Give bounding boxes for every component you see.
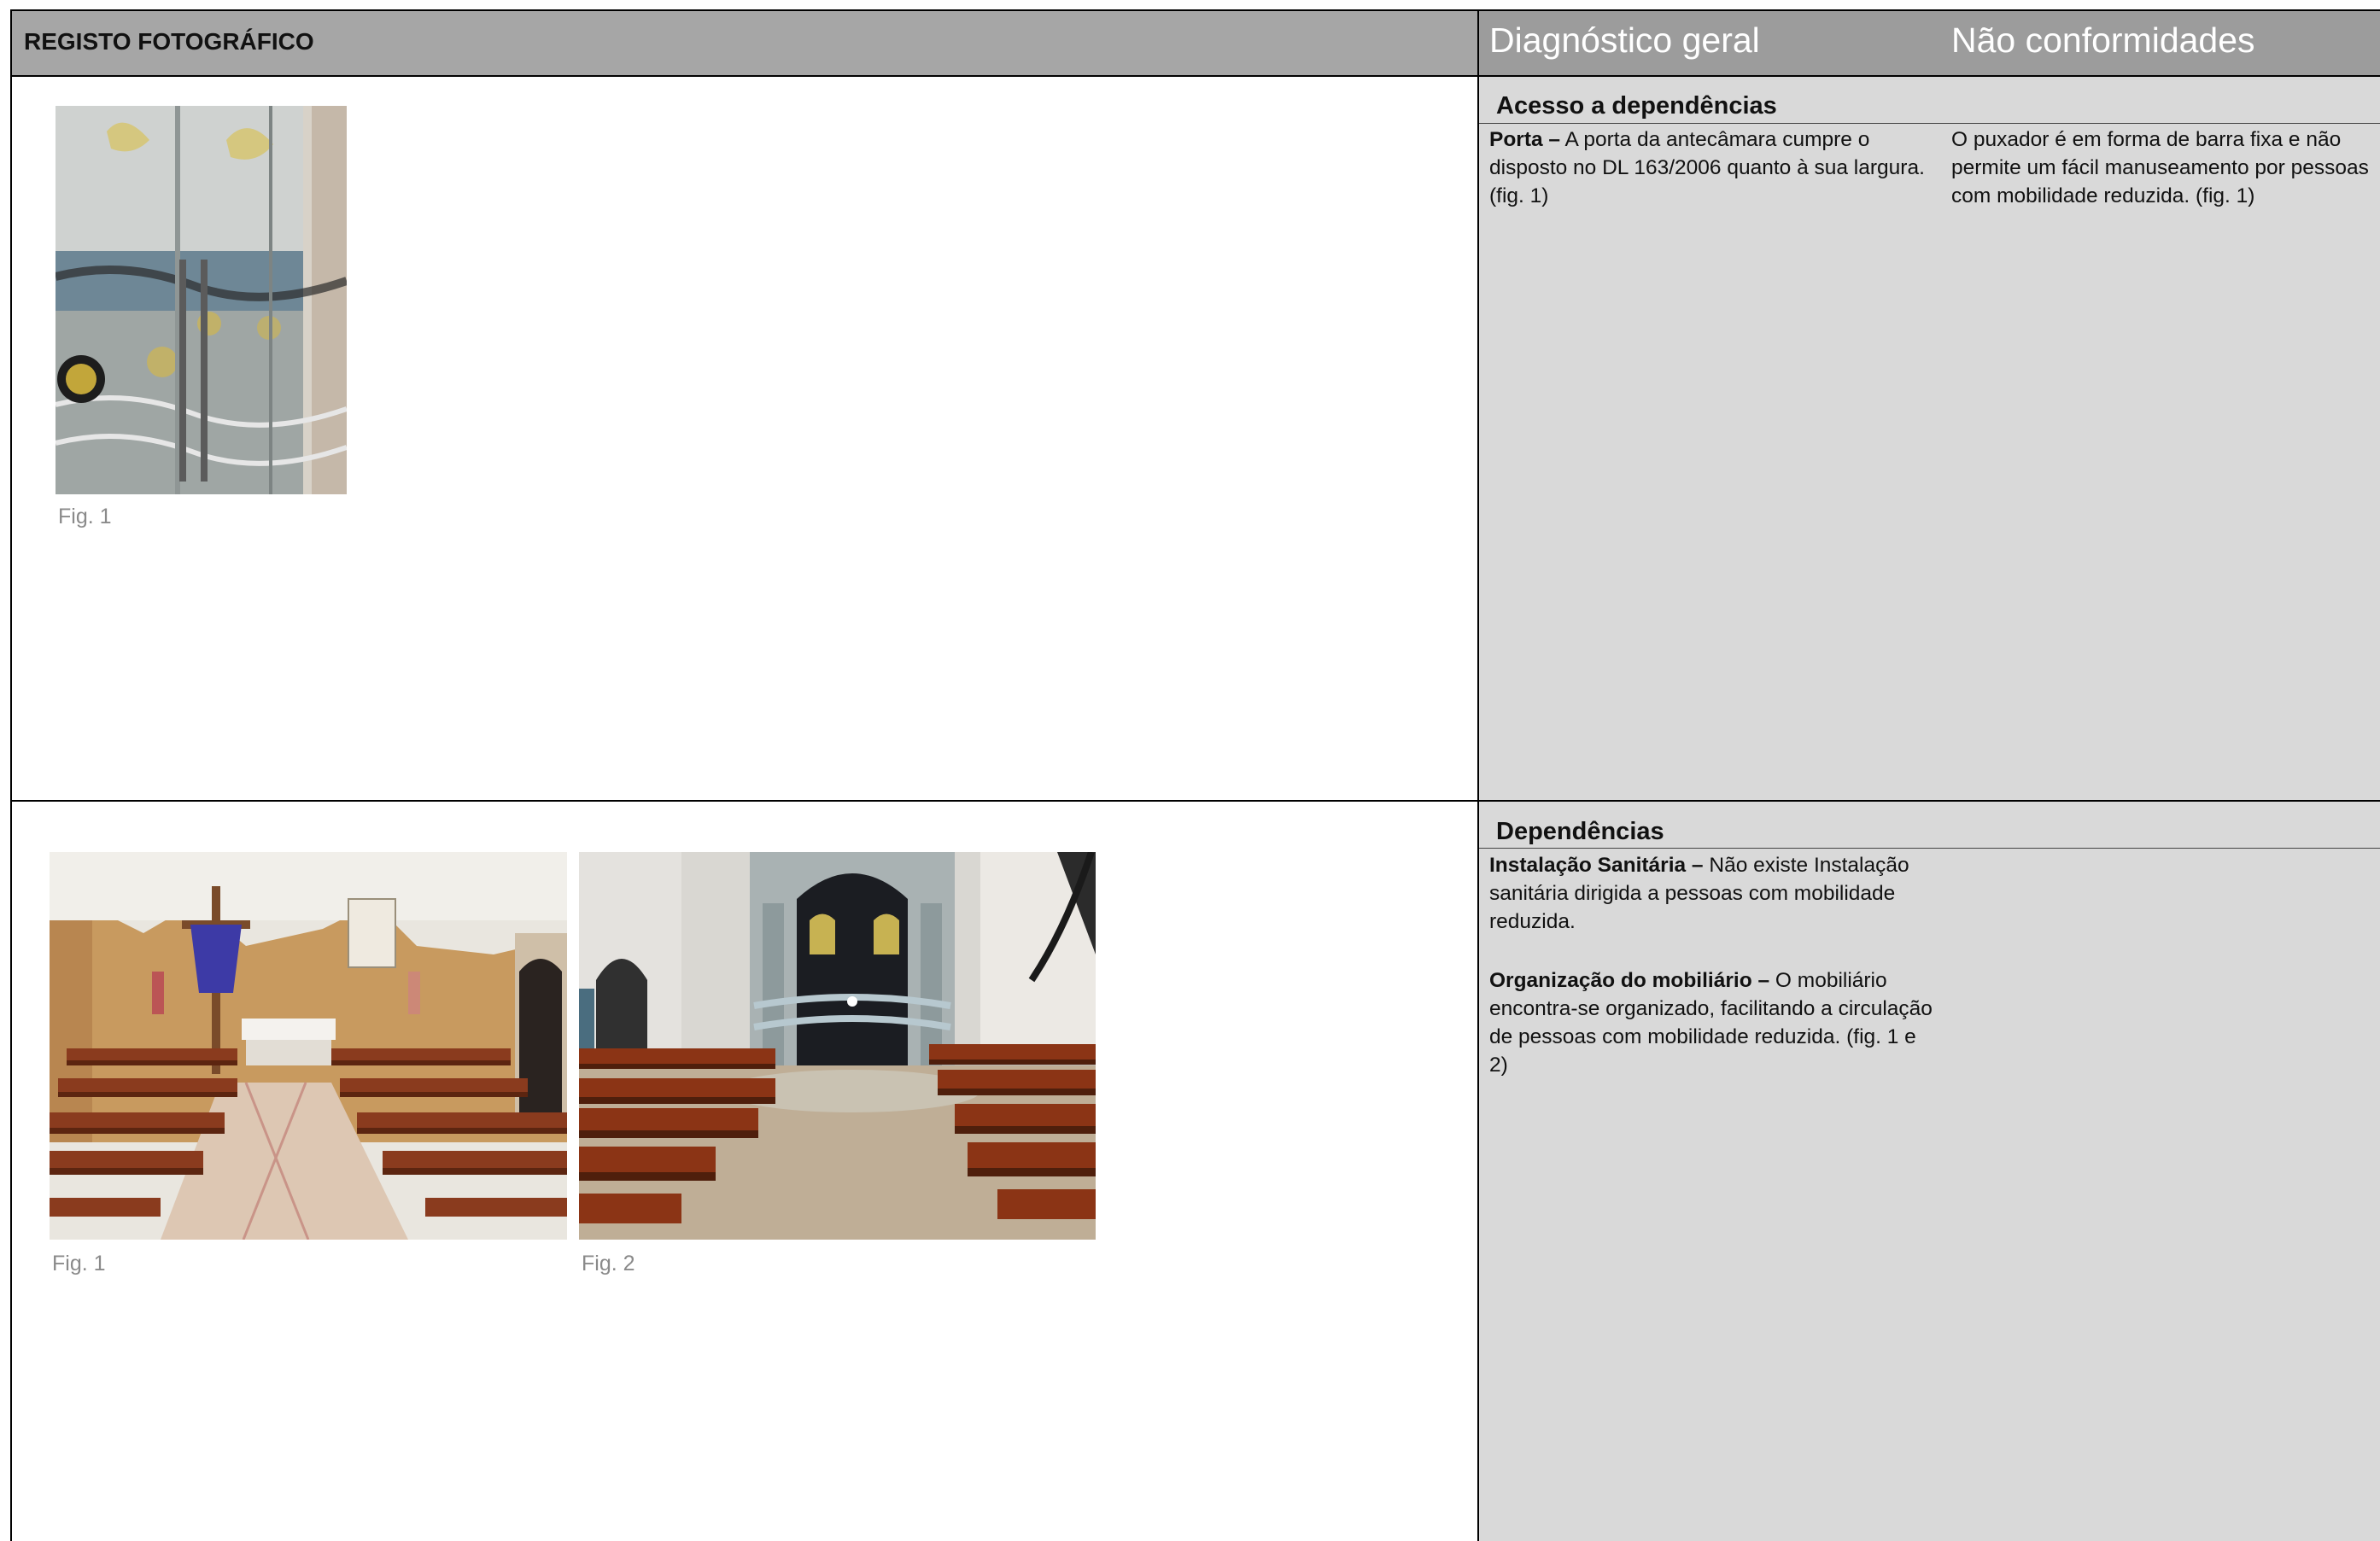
section2-title: Dependências [1496, 818, 1664, 845]
sanitary-diagnosis-text: Instalação Sanitária – Não existe Instal… [1489, 851, 1933, 936]
furniture-diagnosis-lead: Organização do mobiliário – [1489, 969, 1770, 992]
photo-church-altar [50, 852, 567, 1240]
photo-record-title: REGISTO FOTOGRÁFICO [24, 28, 314, 55]
church-entrance-image [579, 852, 1096, 1240]
section2-figure1-caption: Fig. 1 [52, 1252, 106, 1275]
glass-door-image [56, 106, 347, 494]
non-conformities-heading: Não conformidades [1951, 20, 2255, 60]
photo-glass-door [56, 106, 347, 494]
furniture-diagnosis-text: Organização do mobiliário – O mobiliário… [1489, 966, 1933, 1079]
photo-church-entrance [579, 852, 1096, 1240]
sanitary-diagnosis-lead: Instalação Sanitária – [1489, 854, 1704, 877]
church-altar-image [50, 852, 567, 1240]
section2-figure2-caption: Fig. 2 [582, 1252, 635, 1275]
row-divider [10, 800, 2380, 802]
notes-panel [1478, 76, 2380, 1541]
table-border-left [10, 9, 12, 1541]
section1-figure-caption: Fig. 1 [58, 505, 112, 528]
section1-title-rule [1479, 123, 2380, 124]
section1-title: Acesso a dependências [1496, 92, 1777, 120]
section2-title-rule [1479, 848, 2380, 849]
column-divider [1477, 9, 1479, 1541]
door-diagnosis-lead: Porta – [1489, 128, 1561, 151]
header-divider [10, 75, 2380, 77]
table-border-top [10, 9, 2380, 11]
door-diagnosis-text: Porta – A porta da antecâmara cumpre o d… [1489, 125, 1933, 210]
general-diagnosis-heading: Diagnóstico geral [1489, 20, 1760, 60]
door-non-conformity-text: O puxador é em forma de barra fixa e não… [1951, 128, 2369, 207]
